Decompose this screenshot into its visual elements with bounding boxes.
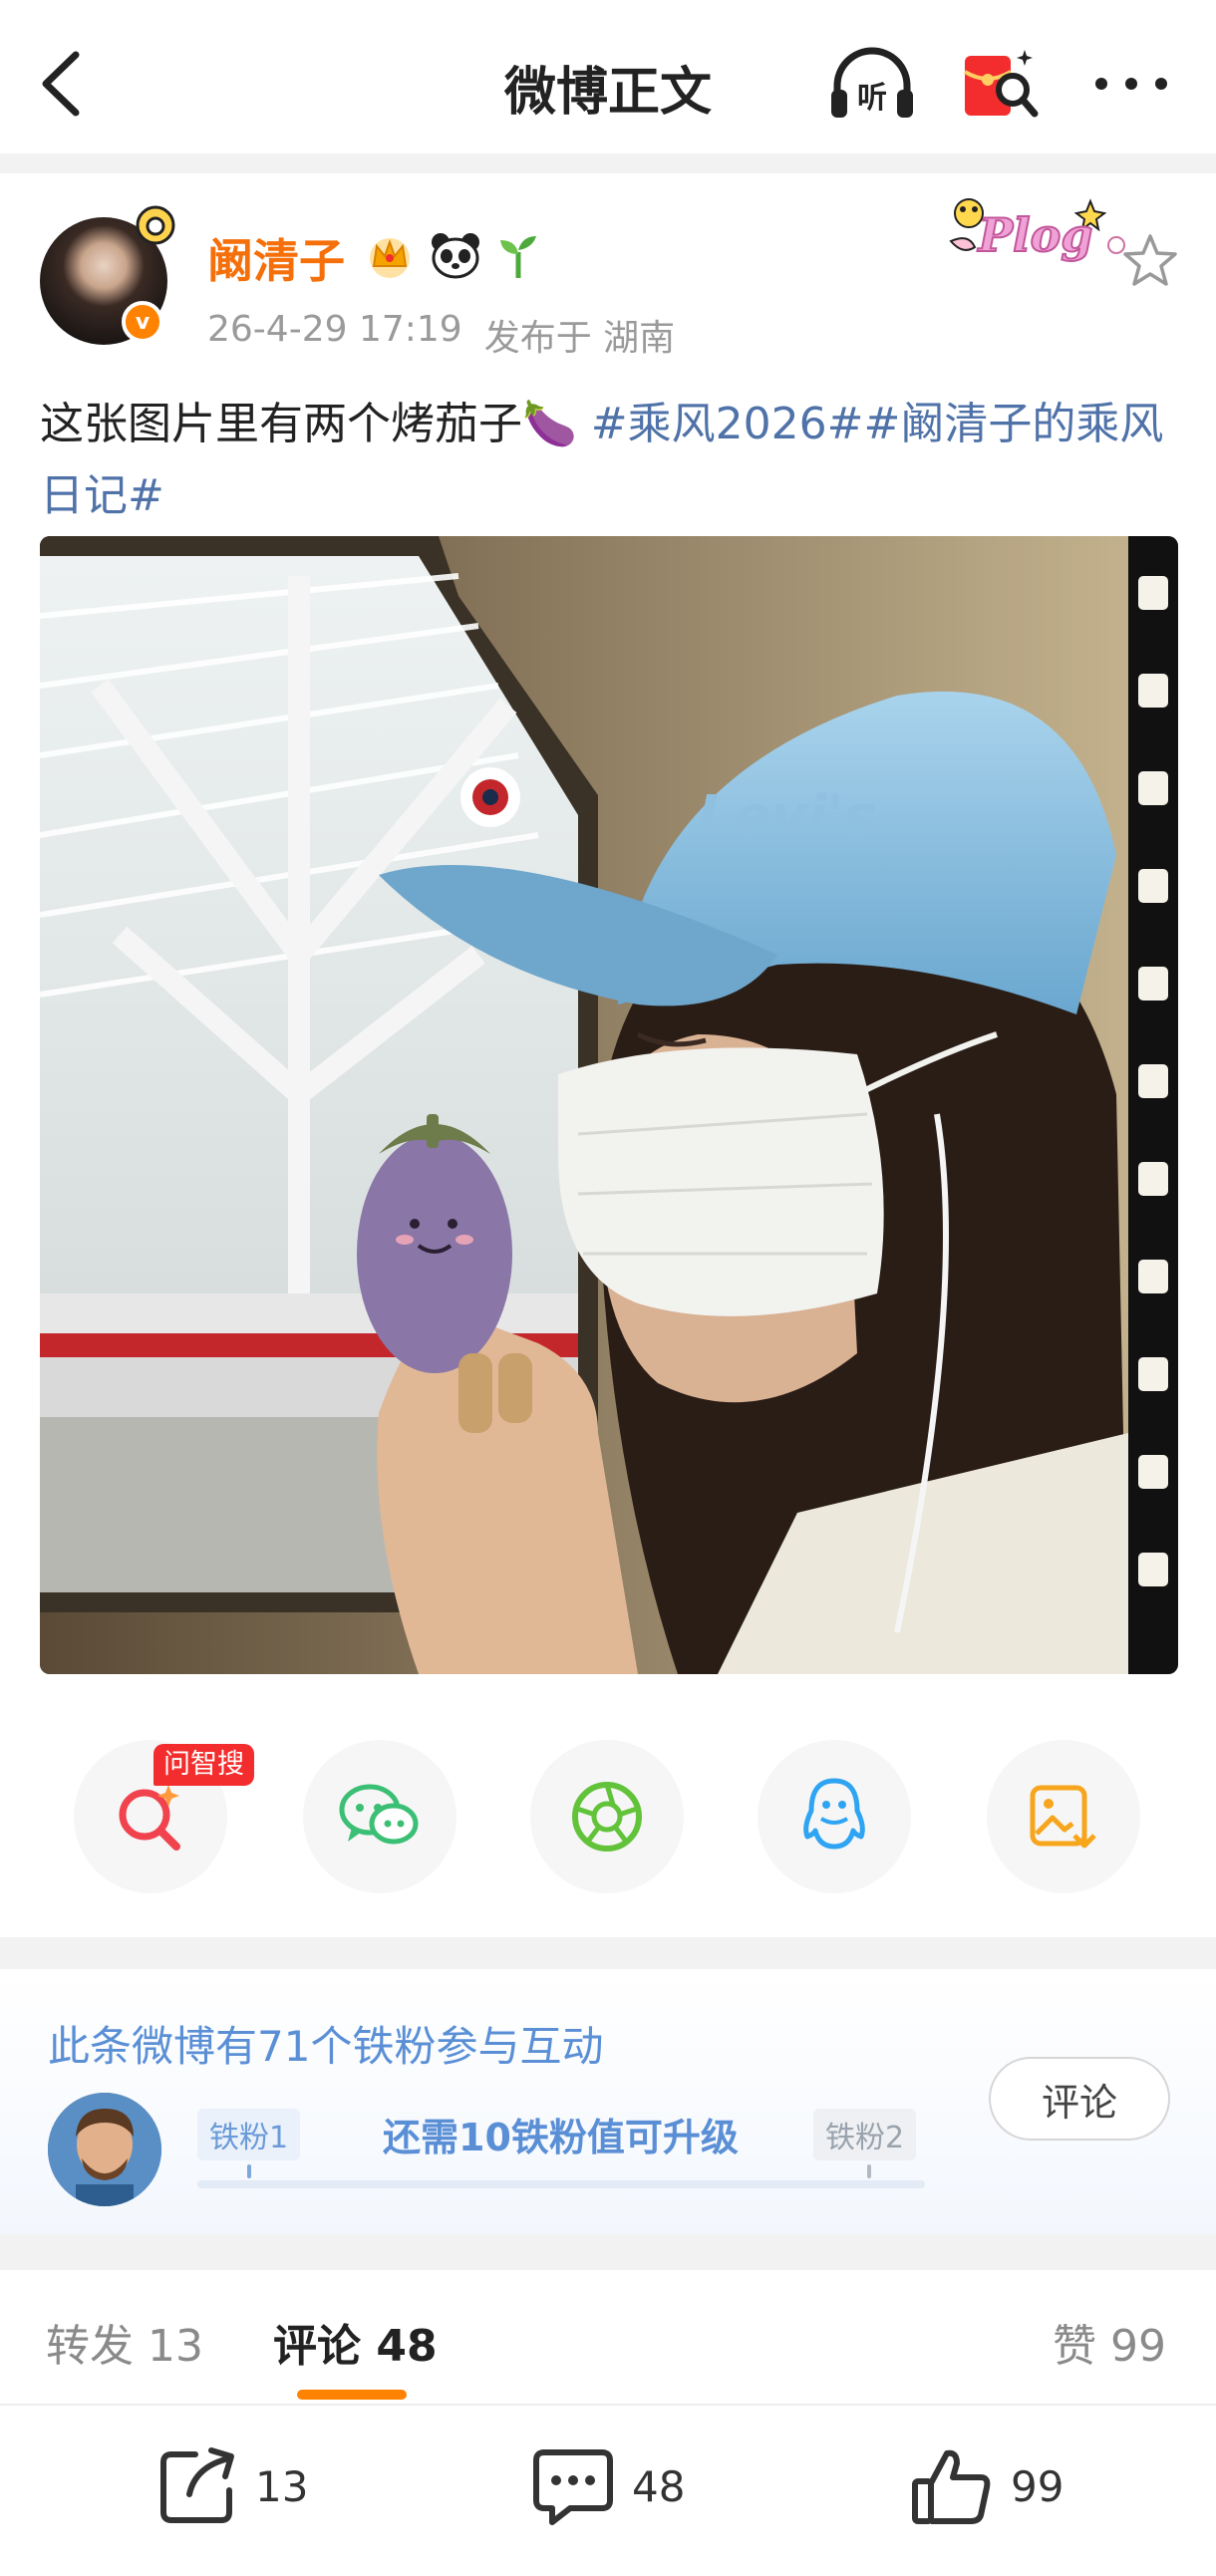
tab-comments[interactable]: 评论 48 [273,2310,438,2374]
star-outline-icon [1123,234,1177,286]
film-strip-border [1128,536,1178,1674]
plog-sticker: Plog [949,198,1125,263]
qq-penguin-icon [803,1778,865,1850]
favorite-button[interactable] [1120,231,1180,291]
crown-badge-icon[interactable] [365,230,415,280]
verified-badge: v [122,301,163,343]
fan-user-avatar[interactable] [48,2093,161,2206]
fan-progress-marker [247,2164,251,2178]
post-location: 发布于 湖南 [483,318,676,359]
share-qq-button[interactable] [758,1740,911,1893]
plog-sticker-text: Plog [977,208,1093,262]
comment-count: 48 [632,2461,686,2511]
sprout-badge-icon[interactable] [496,230,540,280]
tab-likes[interactable]: 赞 99 [1053,2310,1166,2374]
section-divider [0,2234,1216,2270]
ai-search-icon [119,1785,180,1851]
post-text: 这张图片里有两个烤茄子🍆 #乘风2026##阚清子的乘风日记# [40,389,1186,532]
film-sprocket [1138,1260,1168,1293]
film-sprocket [1138,1357,1168,1391]
fan-avatar-illustration [48,2093,161,2206]
film-sprocket [1138,967,1168,1001]
top-nav-bar: 微博正文 听 [0,0,1216,159]
repost-icon [160,2447,234,2523]
back-button[interactable] [38,44,98,124]
iron-fan-title: 此条微博有71个铁粉参与互动 [48,2022,604,2071]
film-sprocket [1138,674,1168,708]
cap-logo-text: Levi's [698,784,877,849]
author-name[interactable]: 阚清子 [207,225,345,291]
film-sprocket [1138,1553,1168,1586]
film-sprocket [1138,1162,1168,1196]
post-meta: 26-4-29 17:19 发布于 湖南 [207,309,675,361]
active-tab-indicator [297,2390,407,2400]
share-wechat-button[interactable] [303,1740,456,1893]
share-moments-button[interactable] [530,1740,684,1893]
repost-action[interactable]: 13 [155,2441,308,2531]
post-photo-illustration: Levi's [40,536,1178,1674]
listen-label: 听 [857,81,887,116]
post-timestamp: 26-4-29 17:19 [207,309,462,350]
like-action[interactable]: 99 [909,2441,1064,2531]
film-sprocket [1138,576,1168,610]
save-image-icon [1030,1785,1096,1849]
tab-repost[interactable]: 转发 13 [46,2310,203,2374]
panda-badge-icon[interactable] [429,230,482,280]
listen-button[interactable]: 听 [827,44,917,124]
save-image-button[interactable] [987,1740,1140,1893]
topic-link-1[interactable]: #乘风2026# [591,399,864,449]
author-avatar[interactable]: v [40,205,175,345]
repost-count: 13 [255,2461,309,2511]
tab-comments-label: 评论 [273,2321,361,2372]
fan-level-current: 铁粉1 [197,2109,301,2160]
tab-repost-count: 13 [148,2321,203,2372]
tab-comments-count: 48 [376,2321,438,2372]
film-sprocket [1138,771,1168,805]
tab-likes-label: 赞 [1053,2321,1096,2372]
header-divider [0,153,1216,173]
tab-likes-count: 99 [1110,2321,1166,2372]
film-sprocket [1138,1064,1168,1098]
tab-repost-label: 转发 [46,2321,134,2372]
film-sprocket [1138,1455,1168,1489]
comment-icon [533,2449,613,2525]
wechat-icon [339,1784,419,1845]
moments-aperture-icon [572,1782,642,1852]
red-packet-search-button[interactable] [959,44,1039,124]
fan-progress-end-marker [867,2164,871,2178]
more-dots-icon [1095,78,1167,90]
camera-badge-icon [136,205,175,245]
section-divider [0,1937,1216,1969]
comment-action[interactable]: 48 [530,2441,685,2531]
fan-comment-button[interactable]: 评论 [989,2057,1170,2141]
thumbs-up-icon [912,2449,991,2524]
more-options-button[interactable] [1086,44,1176,124]
post-image[interactable]: Levi's [40,536,1178,1674]
fan-upgrade-hint: 还需10铁粉值可升级 [383,2116,739,2159]
chevron-left-icon [42,51,80,117]
headphones-icon: 听 [831,47,913,118]
fan-progress-track [197,2180,925,2188]
post-body: 这张图片里有两个烤茄子 [40,399,522,449]
ai-search-tag: 问智搜 [153,1744,254,1786]
red-packet-icon [963,50,1039,118]
user-badges [365,225,540,285]
fan-level-next: 铁粉2 [813,2109,917,2160]
eggplant-emoji: 🍆 [522,399,577,449]
film-sprocket [1138,869,1168,903]
like-count: 99 [1011,2461,1064,2511]
